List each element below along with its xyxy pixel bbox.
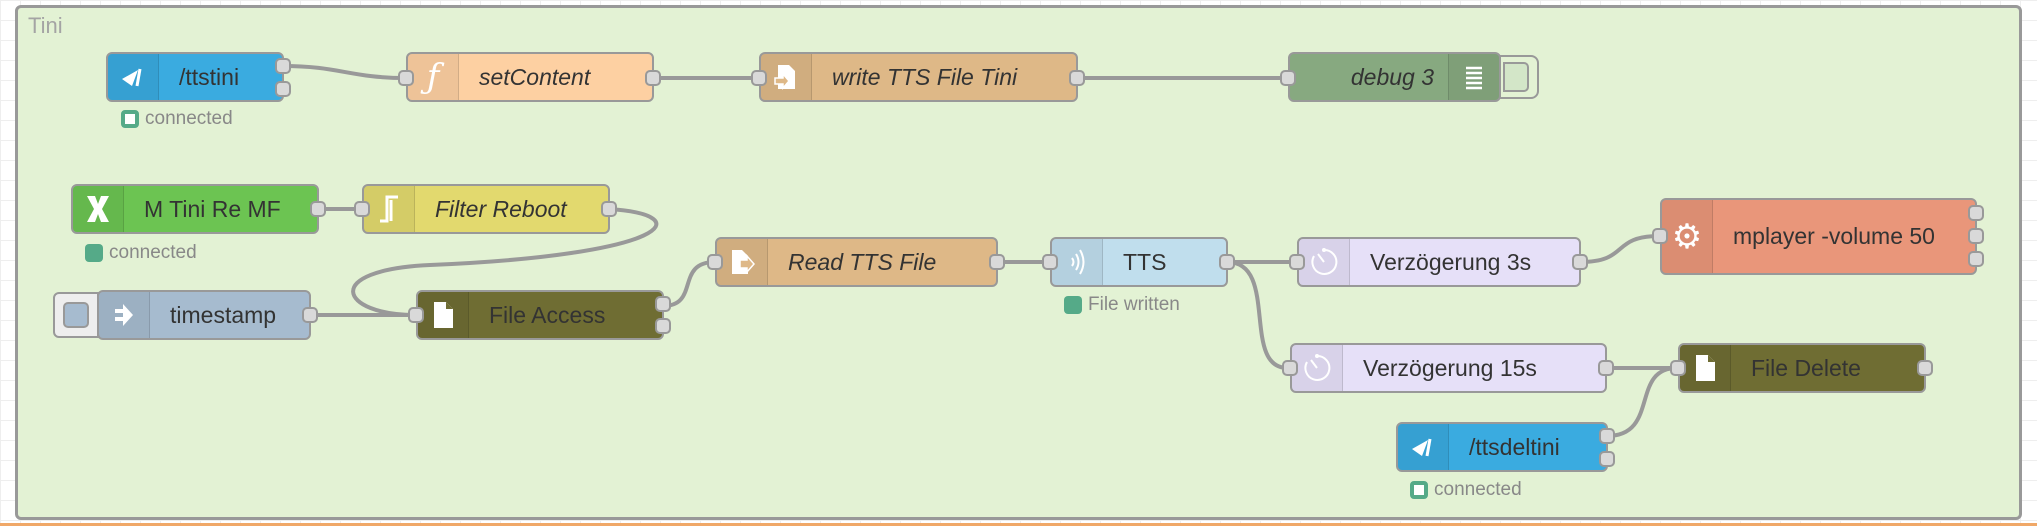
node-debug-3[interactable]: debug 3 [1288, 52, 1501, 102]
node-label: Filter Reboot [435, 195, 567, 222]
node-label: /ttsdeltini [1469, 433, 1560, 460]
node-label: timestamp [170, 301, 277, 328]
output-port[interactable] [1917, 360, 1933, 376]
node-status: connected [1410, 479, 1522, 501]
x-icon [73, 186, 124, 232]
output-port[interactable] [1599, 428, 1615, 444]
output-port[interactable] [310, 201, 326, 217]
output-port[interactable] [302, 307, 318, 323]
node-file-access[interactable]: File Access [416, 290, 664, 340]
output-port[interactable] [1599, 451, 1615, 467]
node-verzoegerung-15s[interactable]: Verzögerung 15s [1290, 343, 1607, 393]
node-setcontent[interactable]: ƒ setContent [406, 52, 654, 102]
node-filter-reboot[interactable]: Filter Reboot [362, 184, 610, 234]
function-icon: ƒ [408, 54, 459, 100]
node-label: File Access [489, 301, 606, 328]
output-port[interactable] [1219, 254, 1235, 270]
file-write-icon [761, 54, 812, 100]
status-ring-icon [1410, 481, 1428, 499]
node-status: File written [1064, 294, 1180, 316]
node-ttsdeltini[interactable]: /ttsdeltini [1396, 422, 1608, 472]
input-port[interactable] [408, 307, 424, 323]
arrow-right-icon [99, 292, 150, 338]
gear-icon: ⚙ [1662, 200, 1713, 273]
node-label: debug 3 [1350, 63, 1434, 90]
debug-list-icon [1448, 54, 1499, 100]
input-port[interactable] [707, 254, 723, 270]
node-timestamp[interactable]: timestamp [97, 290, 311, 340]
node-ttstini[interactable]: /ttstini [106, 52, 284, 102]
output-port[interactable] [1598, 360, 1614, 376]
output-port[interactable] [1069, 70, 1085, 86]
node-label: Read TTS File [788, 248, 937, 275]
node-label: File Delete [1751, 354, 1861, 381]
node-label: write TTS File Tini [832, 63, 1018, 90]
node-label: Verzögerung 15s [1363, 354, 1537, 381]
telegram-icon [108, 54, 159, 100]
output-port[interactable] [601, 201, 617, 217]
node-status: connected [85, 242, 197, 264]
output-port-stdout[interactable] [1968, 205, 1984, 221]
input-port[interactable] [398, 70, 414, 86]
node-label: setContent [479, 63, 591, 90]
node-file-delete[interactable]: File Delete [1678, 343, 1926, 393]
node-status: connected [121, 108, 233, 130]
output-port-stderr[interactable] [1968, 228, 1984, 244]
input-port[interactable] [1652, 228, 1668, 244]
input-port[interactable] [1280, 70, 1296, 86]
file-icon [1680, 345, 1731, 391]
file-icon [418, 292, 469, 338]
output-port-rc[interactable] [1968, 251, 1984, 267]
output-port[interactable] [1572, 254, 1588, 270]
inject-button[interactable] [53, 292, 99, 338]
group-label: Tini [28, 13, 63, 38]
input-port[interactable] [1670, 360, 1686, 376]
output-port[interactable] [655, 296, 671, 312]
node-label: TTS [1123, 248, 1167, 275]
output-port[interactable] [645, 70, 661, 86]
node-tts[interactable]: TTS [1050, 237, 1228, 287]
filter-icon [364, 186, 415, 232]
debug-toggle-button[interactable] [1499, 55, 1539, 99]
output-port[interactable] [655, 318, 671, 334]
node-write-tts-file[interactable]: write TTS File Tini [759, 52, 1078, 102]
node-read-tts-file[interactable]: Read TTS File [715, 237, 998, 287]
sound-wave-icon [1052, 239, 1103, 285]
node-label: Verzögerung 3s [1370, 248, 1532, 275]
node-verzoegerung-3s[interactable]: Verzögerung 3s [1297, 237, 1581, 287]
status-dot-icon [1064, 296, 1082, 314]
node-label: M Tini Re MF [144, 195, 281, 222]
status-ring-icon [121, 110, 139, 128]
status-dot-icon [85, 244, 103, 262]
input-port[interactable] [1289, 254, 1305, 270]
file-read-icon [717, 239, 768, 285]
input-port[interactable] [354, 201, 370, 217]
output-port[interactable] [275, 58, 291, 74]
node-mplayer[interactable]: ⚙ mplayer -volume 50 [1660, 198, 1977, 275]
output-port[interactable] [275, 81, 291, 97]
input-port[interactable] [1042, 254, 1058, 270]
telegram-icon [1398, 424, 1449, 470]
node-label: /ttstini [179, 63, 240, 90]
input-port[interactable] [751, 70, 767, 86]
output-port[interactable] [989, 254, 1005, 270]
timer-icon [1299, 239, 1350, 285]
node-m-tini-re-mf[interactable]: M Tini Re MF [71, 184, 319, 234]
timer-icon [1292, 345, 1343, 391]
input-port[interactable] [1282, 360, 1298, 376]
node-label: mplayer -volume 50 [1733, 223, 1935, 249]
